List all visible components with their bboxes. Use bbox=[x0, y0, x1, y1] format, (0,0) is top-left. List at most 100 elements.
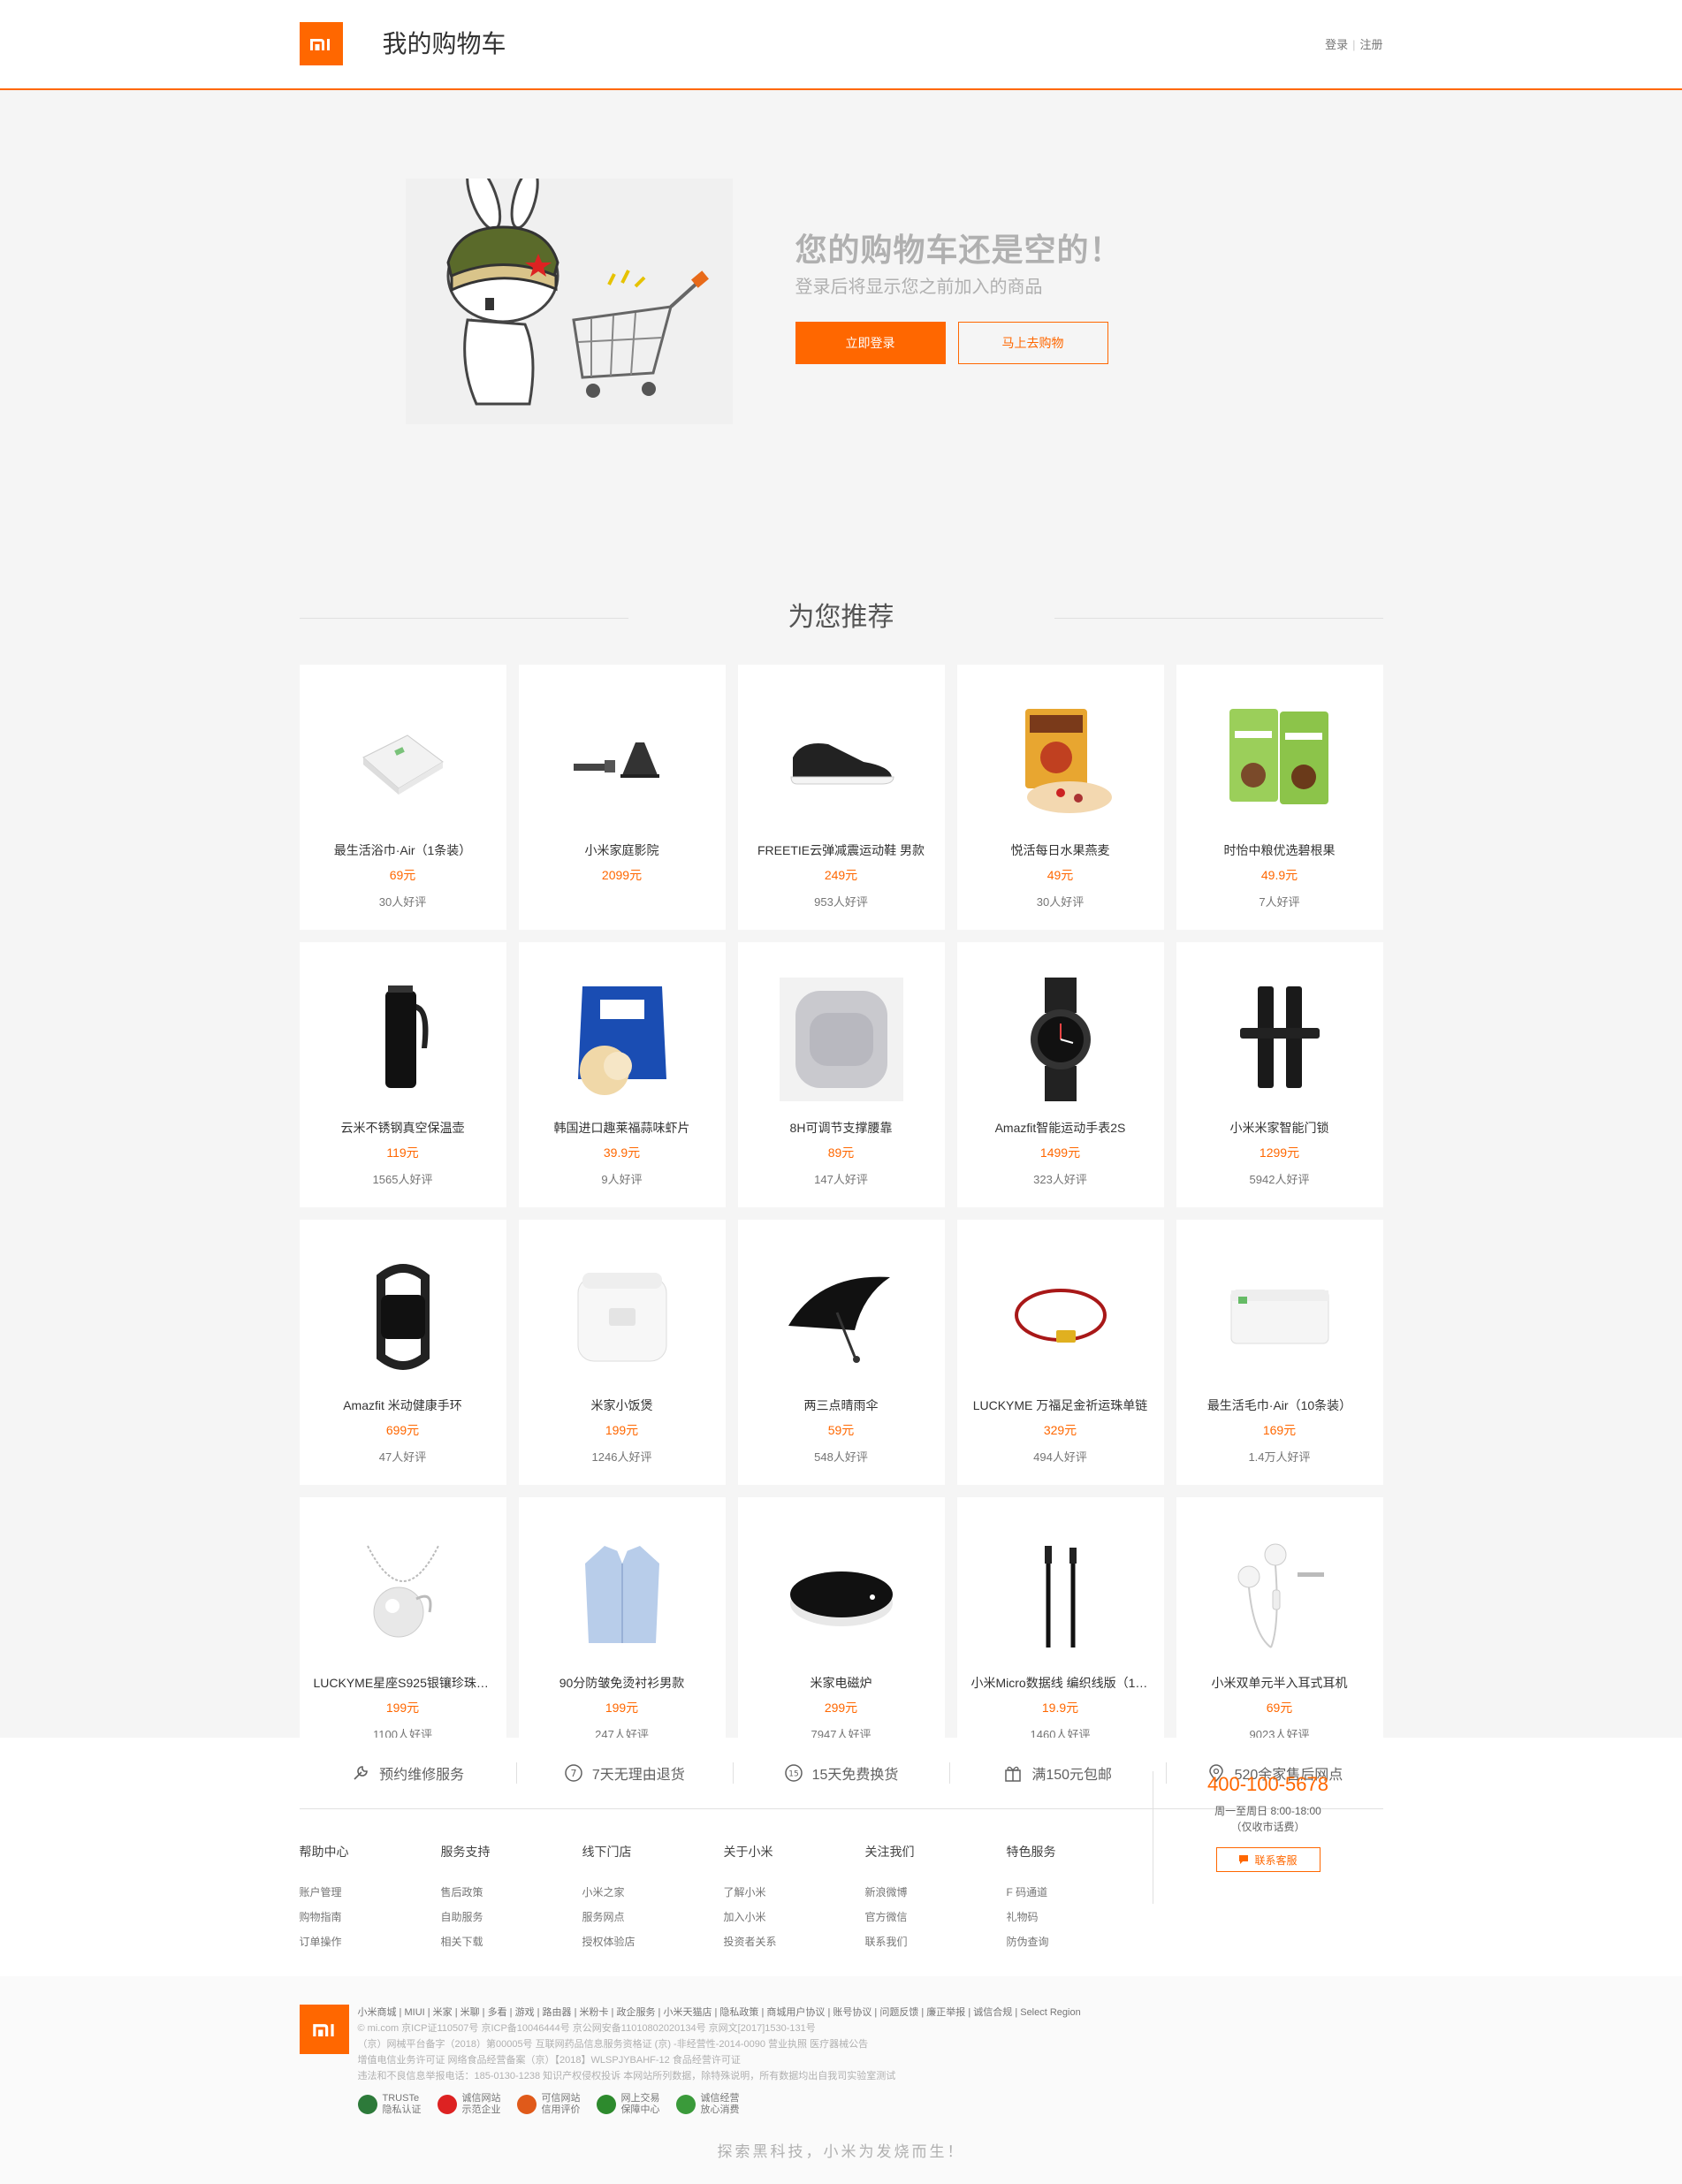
footer-link[interactable]: 账户管理 bbox=[300, 1880, 441, 1905]
product-name[interactable]: FREETIE云弹减震运动鞋 男款 bbox=[752, 841, 931, 859]
product-name[interactable]: LUCKYME 万福足金祈运珠单链 bbox=[971, 1396, 1150, 1414]
cushion-image[interactable] bbox=[779, 978, 903, 1101]
product-card[interactable]: Amazfit 米动健康手环 699元 47人好评 bbox=[299, 1220, 506, 1485]
product-name[interactable]: 两三点晴雨伞 bbox=[752, 1396, 931, 1414]
trust-badge[interactable]: 诚信经营 放心消费 bbox=[675, 2093, 740, 2116]
product-card[interactable]: 小米双单元半入耳式耳机 69元 9023人好评 bbox=[1176, 1497, 1383, 1762]
product-card[interactable]: 米家电磁炉 299元 7947人好评 bbox=[737, 1497, 945, 1762]
trust-badge[interactable]: 诚信网站 示范企业 bbox=[437, 2093, 501, 2116]
product-card[interactable]: 小米米家智能门锁 1299元 5942人好评 bbox=[1176, 942, 1383, 1207]
contact-service-button[interactable]: 联系客服 bbox=[1215, 1847, 1320, 1872]
product-name[interactable]: 小米米家智能门锁 bbox=[1191, 1119, 1369, 1137]
product-card[interactable]: 小米家庭影院 2099元 bbox=[518, 665, 726, 930]
product-reviews: 1246人好评 bbox=[591, 1450, 652, 1464]
product-name[interactable]: LUCKYME星座S925银镶珍珠项链 bbox=[314, 1674, 492, 1692]
login-now-button[interactable]: 立即登录 bbox=[795, 322, 946, 364]
footer-column-title: 服务支持 bbox=[440, 1845, 491, 1859]
product-name[interactable]: 小米家庭影院 bbox=[533, 841, 712, 859]
product-card[interactable]: 韩国进口趣莱福蒜味虾片 39.9元 9人好评 bbox=[518, 942, 726, 1207]
bracelet-image[interactable] bbox=[999, 1255, 1123, 1379]
band-image[interactable] bbox=[341, 1255, 465, 1379]
product-card[interactable]: 最生活毛巾·Air（10条装） 169元 1.4万人好评 bbox=[1176, 1220, 1383, 1485]
service-item[interactable]: 满150元包邮 bbox=[949, 1738, 1166, 1808]
footer-link[interactable]: 联系我们 bbox=[865, 1929, 1007, 1954]
badge-line: 放心消费 bbox=[700, 2104, 740, 2115]
watch-image[interactable] bbox=[999, 978, 1123, 1101]
earphone-image[interactable] bbox=[1218, 1533, 1342, 1656]
product-name[interactable]: 最生活毛巾·Air（10条装） bbox=[1191, 1396, 1369, 1414]
cooker-image[interactable] bbox=[560, 1255, 684, 1379]
product-card[interactable]: 悦活每日水果燕麦 49元 30人好评 bbox=[956, 665, 1164, 930]
go-shopping-button[interactable]: 马上去购物 bbox=[957, 322, 1108, 364]
towelbox-image[interactable] bbox=[1218, 1255, 1342, 1379]
product-card[interactable]: 两三点晴雨伞 59元 548人好评 bbox=[737, 1220, 945, 1485]
footer-link[interactable]: 投资者关系 bbox=[724, 1929, 865, 1954]
trust-badge[interactable]: TRUSTe 隐私认证 bbox=[357, 2093, 422, 2116]
snack-image[interactable] bbox=[560, 978, 684, 1101]
nuts-image[interactable] bbox=[1218, 700, 1342, 824]
footer-link[interactable]: 订单操作 bbox=[300, 1929, 441, 1954]
shoe-image[interactable] bbox=[780, 700, 903, 824]
mi-logo-footer[interactable] bbox=[299, 2005, 349, 2054]
footer-column-title: 关注我们 bbox=[864, 1845, 915, 1859]
product-card[interactable]: 90分防皱免烫衬衫男款 199元 247人好评 bbox=[518, 1497, 726, 1762]
register-link[interactable]: 注册 bbox=[1359, 38, 1382, 51]
footer-link[interactable]: F 码通道 bbox=[1007, 1880, 1148, 1905]
product-name[interactable]: 云米不锈钢真空保温壶 bbox=[314, 1119, 492, 1137]
product-name[interactable]: 90分防皱免烫衬衫男款 bbox=[533, 1674, 712, 1692]
product-card[interactable]: 小米Micro数据线 编织线版（100cm）19.9元1460人好评 bbox=[956, 1497, 1164, 1762]
trust-badge[interactable]: 网上交易 保障中心 bbox=[596, 2093, 660, 2116]
footer-link[interactable]: 新浪微博 bbox=[865, 1880, 1007, 1905]
footer-link[interactable]: 购物指南 bbox=[300, 1905, 441, 1929]
product-name[interactable]: Amazfit 米动健康手环 bbox=[314, 1396, 492, 1414]
umbrella-image[interactable] bbox=[780, 1255, 903, 1379]
product-card[interactable]: 最生活浴巾·Air（1条装） 69元 30人好评 bbox=[299, 665, 506, 930]
kettle-image[interactable] bbox=[341, 978, 465, 1101]
product-card[interactable]: FREETIE云弹减震运动鞋 男款 249元 953人好评 bbox=[737, 665, 945, 930]
footer-link[interactable]: 了解小米 bbox=[724, 1880, 865, 1905]
service-phone[interactable]: 400-100-5678 bbox=[1153, 1771, 1383, 1798]
product-name[interactable]: 米家电磁炉 bbox=[752, 1674, 931, 1692]
speaker-image[interactable] bbox=[560, 700, 684, 824]
login-link[interactable]: 登录 bbox=[1325, 38, 1348, 51]
footer-link[interactable]: 防伪查询 bbox=[1007, 1929, 1148, 1954]
product-name[interactable]: 时怡中粮优选碧根果 bbox=[1191, 841, 1369, 859]
footer-link[interactable]: 服务网点 bbox=[582, 1905, 724, 1929]
trust-badge[interactable]: 可信网站 信用评价 bbox=[516, 2093, 581, 2116]
footer-link[interactable]: 礼物码 bbox=[1007, 1905, 1148, 1929]
footer-link[interactable]: 售后政策 bbox=[441, 1880, 582, 1905]
mi-logo[interactable] bbox=[299, 22, 343, 65]
shirt-image[interactable] bbox=[560, 1533, 684, 1656]
site-nav-links[interactable]: 小米商城 | MIUI | 米家 | 米聊 | 多看 | 游戏 | 路由器 | … bbox=[358, 2005, 1242, 2020]
footer-link[interactable]: 相关下载 bbox=[441, 1929, 582, 1954]
product-card[interactable]: 云米不锈钢真空保温壶 119元 1565人好评 bbox=[299, 942, 506, 1207]
product-card[interactable]: Amazfit智能运动手表2S 1499元 323人好评 bbox=[956, 942, 1164, 1207]
footer-link[interactable]: 小米之家 bbox=[582, 1880, 724, 1905]
product-name[interactable]: 8H可调节支撑腰靠 bbox=[752, 1119, 931, 1137]
product-name[interactable]: 韩国进口趣莱福蒜味虾片 bbox=[533, 1119, 712, 1137]
product-name[interactable]: 米家小饭煲 bbox=[533, 1396, 712, 1414]
footer-link[interactable]: 官方微信 bbox=[865, 1905, 1007, 1929]
oat-image[interactable] bbox=[999, 700, 1123, 824]
footer-link[interactable]: 授权体验店 bbox=[582, 1929, 724, 1954]
pearl-image[interactable] bbox=[341, 1533, 465, 1656]
product-card[interactable]: 8H可调节支撑腰靠 89元 147人好评 bbox=[737, 942, 945, 1207]
product-card[interactable]: LUCKYME 万福足金祈运珠单链 329元 494人好评 bbox=[956, 1220, 1164, 1485]
product-name[interactable]: Amazfit智能运动手表2S bbox=[971, 1119, 1150, 1137]
product-card[interactable]: 米家小饭煲 199元 1246人好评 bbox=[518, 1220, 726, 1485]
service-item[interactable]: 15 15天免费换货 bbox=[732, 1738, 949, 1808]
product-name[interactable]: 悦活每日水果燕麦 bbox=[971, 841, 1150, 859]
product-name[interactable]: 小米双单元半入耳式耳机 bbox=[1191, 1674, 1369, 1692]
product-card[interactable]: LUCKYME星座S925银镶珍珠项链 199元 1100人好评 bbox=[299, 1497, 506, 1762]
service-item[interactable]: 预约维修服务 bbox=[300, 1738, 516, 1808]
service-item[interactable]: 7 7天无理由退货 bbox=[515, 1738, 733, 1808]
product-name[interactable]: 最生活浴巾·Air（1条装） bbox=[314, 841, 492, 859]
cable-image[interactable] bbox=[999, 1533, 1123, 1656]
towel-image[interactable] bbox=[341, 700, 465, 824]
product-card[interactable]: 时怡中粮优选碧根果 49.9元 7人好评 bbox=[1176, 665, 1383, 930]
induction-image[interactable] bbox=[780, 1533, 903, 1656]
footer-link[interactable]: 加入小米 bbox=[724, 1905, 865, 1929]
lock-image[interactable] bbox=[1218, 978, 1342, 1101]
product-name[interactable]: 小米Micro数据线 编织线版（100cm） bbox=[971, 1674, 1150, 1692]
footer-link[interactable]: 自助服务 bbox=[441, 1905, 582, 1929]
